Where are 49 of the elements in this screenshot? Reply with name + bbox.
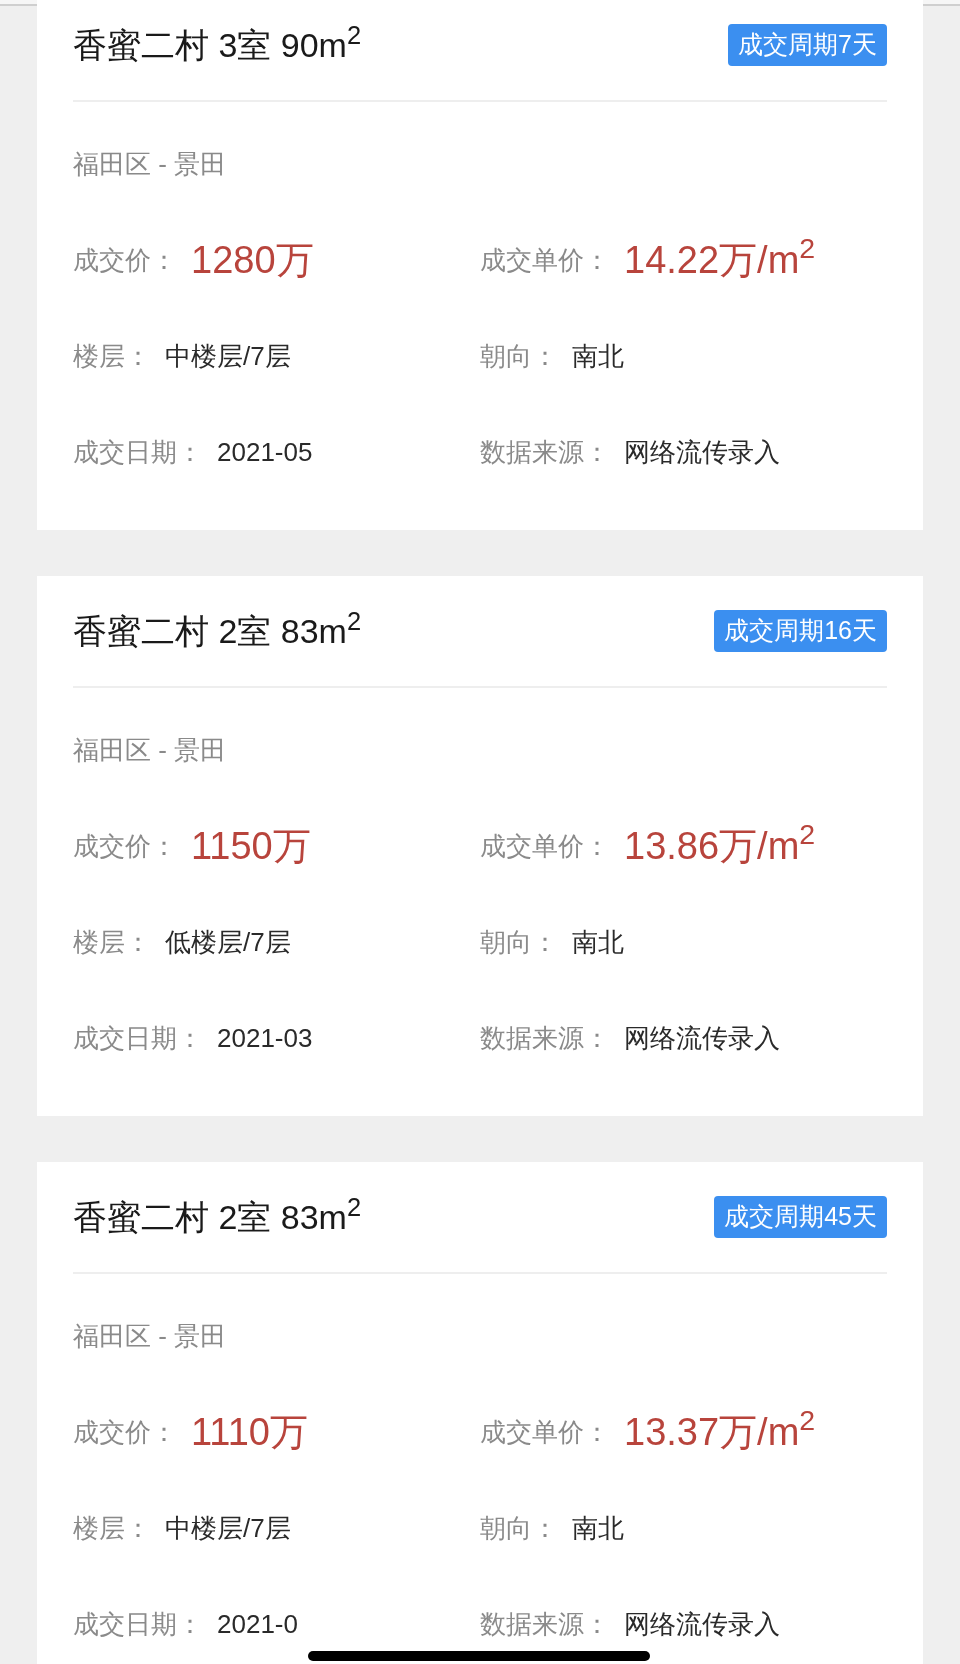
listing-card[interactable]: 香蜜二村 2室 83m$^{2}$ 成交周期16天 福田区 - 景田 成交价： 1150万 成交单价： 13.86万/m$^{2}$ 楼层： 低楼层/7层 朝向： 南北 成交日期： 2021-03 数据来源： 网络流传录入 — [37, 576, 923, 1116]
price-value: 1280万 — [191, 237, 314, 283]
field-label: 成交价： — [73, 243, 177, 277]
listing-title: 香蜜二村 2室 83m$^{2}$ — [73, 605, 362, 652]
field-label: 数据来源： — [480, 435, 610, 469]
field-value: 网络流传录入 — [624, 1021, 780, 1055]
listing-title: 香蜜二村 2室 83m$^{2}$ — [73, 1191, 362, 1238]
field-label: 数据来源： — [480, 1607, 610, 1641]
field-value: 中楼层/7层 — [165, 1511, 291, 1545]
price-value: 14.22万/m$^{2}$ — [624, 231, 816, 283]
field-value: 网络流传录入 — [624, 435, 780, 469]
price-value: 1150万 — [191, 823, 311, 869]
field-label: 成交日期： — [73, 1607, 203, 1641]
field-label: 成交价： — [73, 829, 177, 863]
field-value: 2021-05 — [217, 435, 313, 469]
district-text: 福田区 - 景田 — [73, 733, 227, 767]
cycle-badge: 成交周期16天 — [714, 610, 887, 652]
home-indicator[interactable] — [308, 1651, 650, 1661]
field-value: 网络流传录入 — [624, 1607, 780, 1641]
listing-card[interactable]: 香蜜二村 3室 90m$^{2}$ 成交周期7天 福田区 - 景田 成交价： 1280万 成交单价： 14.22万/m$^{2}$ 楼层： 中楼层/7层 朝向： 南北 成交日期： 2021-05 数据来源： 网络流传录入 — [37, 0, 923, 530]
field-label: 朝向： — [480, 1511, 558, 1545]
field-value: 南北 — [572, 339, 624, 373]
field-value: 2021-03 — [217, 1021, 313, 1055]
field-label: 朝向： — [480, 339, 558, 373]
field-value: 2021-0 — [217, 1607, 298, 1641]
field-label: 楼层： — [73, 1511, 151, 1545]
field-label: 成交价： — [73, 1415, 177, 1449]
field-label: 成交单价： — [480, 1415, 610, 1449]
district-text: 福田区 - 景田 — [73, 147, 227, 181]
field-label: 楼层： — [73, 339, 151, 373]
field-label: 成交单价： — [480, 829, 610, 863]
field-label: 朝向： — [480, 925, 558, 959]
field-label: 成交单价： — [480, 243, 610, 277]
cycle-badge: 成交周期7天 — [728, 24, 887, 66]
district-text: 福田区 - 景田 — [73, 1319, 227, 1353]
listing-card[interactable]: 香蜜二村 2室 83m$^{2}$ 成交周期45天 福田区 - 景田 成交价： 1110万 成交单价： 13.37万/m$^{2}$ 楼层： 中楼层/7层 朝向： 南北 成交日期： 2021-0 数据来源： 网络流传录入 — [37, 1162, 923, 1664]
field-value: 低楼层/7层 — [165, 925, 291, 959]
price-value: 13.37万/m$^{2}$ — [624, 1403, 816, 1455]
field-label: 成交日期： — [73, 435, 203, 469]
field-label: 楼层： — [73, 925, 151, 959]
field-label: 数据来源： — [480, 1021, 610, 1055]
cycle-badge: 成交周期45天 — [714, 1196, 887, 1238]
price-value: 1110万 — [191, 1409, 308, 1455]
field-value: 中楼层/7层 — [165, 339, 291, 373]
field-value: 南北 — [572, 1511, 624, 1545]
field-label: 成交日期： — [73, 1021, 203, 1055]
field-value: 南北 — [572, 925, 624, 959]
listing-title: 香蜜二村 3室 90m$^{2}$ — [73, 19, 362, 66]
price-value: 13.86万/m$^{2}$ — [624, 817, 816, 869]
